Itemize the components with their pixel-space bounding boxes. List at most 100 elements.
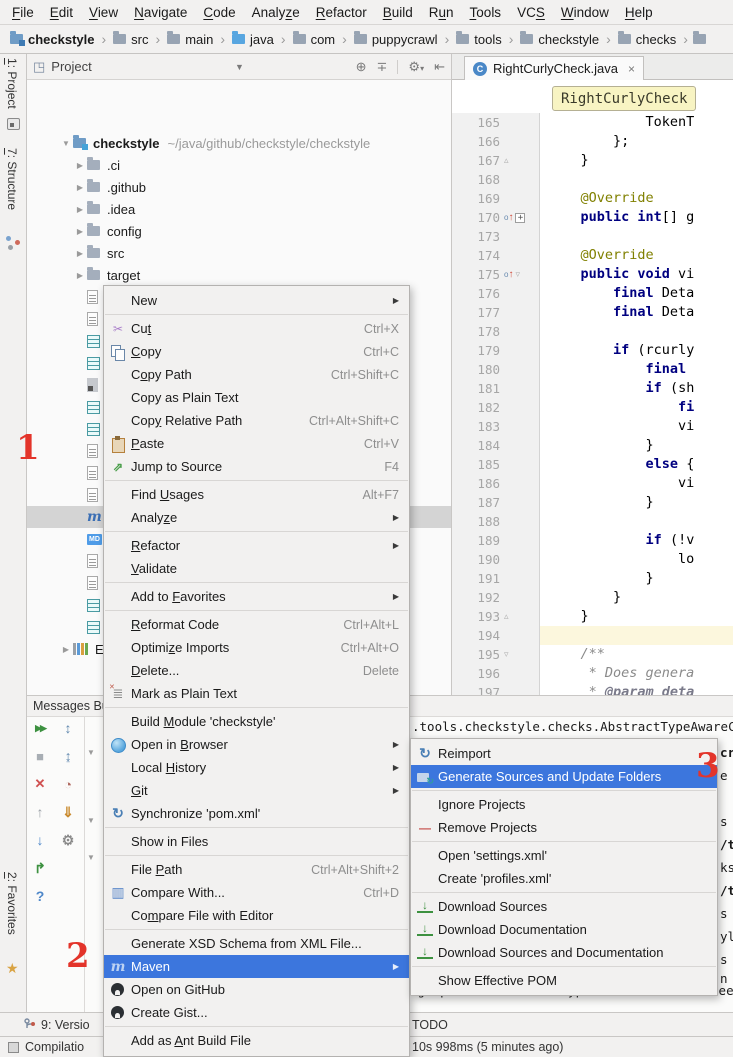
editor-tab[interactable]: C RightCurlyCheck.java ×: [464, 56, 644, 80]
maven-submenu-item-ignore-projects[interactable]: Ignore Projects: [411, 793, 717, 816]
menubar-item-help[interactable]: Help: [617, 5, 661, 20]
context-menu-item-optimize-imports[interactable]: Optimize ImportsCtrl+Alt+O: [104, 636, 409, 659]
chevron-icon[interactable]: ▶: [59, 645, 73, 654]
breadcrumb-item[interactable]: main: [165, 32, 215, 47]
context-menu-item-create-gist[interactable]: Create Gist...: [104, 1001, 409, 1024]
chevron-icon[interactable]: ▶: [73, 227, 87, 236]
context-menu-item-analyze[interactable]: Analyze▶: [104, 506, 409, 529]
breadcrumb-item[interactable]: java: [230, 32, 276, 47]
context-menu-item-copy-as-plain-text[interactable]: Copy as Plain Text: [104, 386, 409, 409]
breadcrumb-item[interactable]: puppycrawl: [352, 32, 440, 47]
suspend-button[interactable]: ◔: [59, 775, 77, 793]
close-icon[interactable]: ×: [628, 62, 635, 76]
editor[interactable]: C RightCurlyCheck.java × RightCurlyCheck…: [452, 54, 733, 695]
override-method-icon[interactable]: o↑: [504, 213, 513, 223]
up-button[interactable]: ↑: [31, 803, 49, 821]
gear-icon[interactable]: ⚙▾: [408, 59, 424, 75]
override-method-icon[interactable]: o↑: [504, 270, 513, 280]
compilation-status[interactable]: Compilatio: [8, 1037, 84, 1057]
menubar-item-tools[interactable]: Tools: [462, 5, 510, 20]
context-menu-item-add-as-ant-build-file[interactable]: Add as Ant Build File: [104, 1029, 409, 1052]
context-menu-item-copy[interactable]: CopyCtrl+C: [104, 340, 409, 363]
tool-window-button-todo[interactable]: TODO: [412, 1013, 448, 1036]
settings-button[interactable]: ⚙: [59, 831, 77, 849]
down-button[interactable]: ↓: [31, 831, 49, 849]
breadcrumb-item[interactable]: checks: [616, 32, 678, 47]
menubar-item-navigate[interactable]: Navigate: [126, 5, 195, 20]
menubar-item-view[interactable]: View: [81, 5, 126, 20]
menubar-item-vcs[interactable]: VCS: [509, 5, 553, 20]
expand-all-button[interactable]: ↕: [59, 719, 77, 737]
stop-button[interactable]: ■: [31, 747, 49, 765]
context-menu-item-add-to-favorites[interactable]: Add to Favorites▶: [104, 585, 409, 608]
context-menu-item-validate[interactable]: Validate: [104, 557, 409, 580]
favorites-star-icon[interactable]: ★: [6, 960, 19, 977]
collapse-all-icon[interactable]: ∓: [377, 59, 388, 75]
breadcrumb-item[interactable]: checkstyle: [518, 32, 601, 47]
context-menu-item-cut[interactable]: ✂CutCtrl+X: [104, 317, 409, 340]
breadcrumb-item[interactable]: checkstyle: [8, 32, 97, 47]
context-menu-item-compare-with[interactable]: ▥Compare With...Ctrl+D: [104, 881, 409, 904]
chevron-down-icon[interactable]: ▼: [235, 62, 244, 72]
context-menu-item-refactor[interactable]: Refactor▶: [104, 534, 409, 557]
tree-row[interactable]: ▶.github: [27, 176, 451, 198]
fold-expand-icon[interactable]: +: [515, 213, 525, 223]
tree-expand-icon[interactable]: ▼: [87, 853, 95, 862]
chevron-icon[interactable]: ▶: [73, 183, 87, 192]
context-menu-item-copy-relative-path[interactable]: Copy Relative PathCtrl+Alt+Shift+C: [104, 409, 409, 432]
context-menu-item-show-in-files[interactable]: Show in Files: [104, 830, 409, 853]
context-menu-item-open-on-github[interactable]: Open on GitHub: [104, 978, 409, 1001]
code-area[interactable]: TokenT }; } @Override public int[] g @Ov…: [540, 113, 733, 695]
collapse-all-button[interactable]: ↨: [59, 747, 77, 765]
menubar-item-build[interactable]: Build: [375, 5, 421, 20]
fold-end-icon[interactable]: ▵: [504, 155, 509, 166]
tool-window-button-version-control[interactable]: 9: Versio: [24, 1013, 90, 1036]
tree-row[interactable]: ▶.ci: [27, 154, 451, 176]
context-menu-item-git[interactable]: Git▶: [104, 779, 409, 802]
maven-submenu-item-reimport[interactable]: ↻Reimport: [411, 742, 717, 765]
tool-window-button-structure[interactable]: 7: Structure: [5, 148, 19, 210]
chevron-icon[interactable]: ▶: [73, 205, 87, 214]
context-menu-item-jump-to-source[interactable]: ⇗Jump to SourceF4: [104, 455, 409, 478]
menubar-item-run[interactable]: Run: [421, 5, 462, 20]
menubar-item-refactor[interactable]: Refactor: [308, 5, 375, 20]
rerun-button[interactable]: ▶▶: [31, 719, 49, 737]
tool-window-button-project[interactable]: 1: Project: [5, 58, 19, 109]
tree-expand-icon[interactable]: ▼: [87, 816, 95, 825]
hide-panel-icon[interactable]: ⇤: [434, 59, 445, 75]
chevron-icon[interactable]: ▶: [73, 271, 87, 280]
tree-row[interactable]: ▶.idea: [27, 198, 451, 220]
context-menu-item-delete[interactable]: Delete...Delete: [104, 659, 409, 682]
fold-end-icon[interactable]: ▵: [504, 611, 509, 622]
context-menu-item-open-in-browser[interactable]: Open in Browser▶: [104, 733, 409, 756]
menubar-item-edit[interactable]: Edit: [42, 5, 81, 20]
context-menu-item-generate-xsd-schema-from-xml-file[interactable]: Generate XSD Schema from XML File...: [104, 932, 409, 955]
context-menu-item-find-usages[interactable]: Find UsagesAlt+F7: [104, 483, 409, 506]
maven-submenu-item-generate-sources-and-update-folders[interactable]: Generate Sources and Update Folders: [411, 765, 717, 788]
chevron-icon[interactable]: ▼: [59, 139, 73, 148]
context-menu-item-maven[interactable]: mMaven▶: [104, 955, 409, 978]
maven-submenu-item-show-effective-pom[interactable]: Show Effective POM: [411, 969, 717, 992]
menubar-item-analyze[interactable]: Analyze: [244, 5, 308, 20]
tree-row[interactable]: ▶config: [27, 220, 451, 242]
menubar-item-file[interactable]: File: [4, 5, 42, 20]
breadcrumb-item[interactable]: src: [111, 32, 150, 47]
fold-start-icon[interactable]: ▿: [515, 269, 520, 280]
context-menu-item-mark-as-plain-text[interactable]: ≣Mark as Plain Text: [104, 682, 409, 705]
context-menu-item-build-module-checkstyle[interactable]: Build Module 'checkstyle': [104, 710, 409, 733]
menubar-item-window[interactable]: Window: [553, 5, 617, 20]
maven-submenu-item-download-documentation[interactable]: ↓Download Documentation: [411, 918, 717, 941]
maven-submenu-item-create-profiles-xml[interactable]: Create 'profiles.xml': [411, 867, 717, 890]
context-menu-item-paste[interactable]: PasteCtrl+V: [104, 432, 409, 455]
help-button[interactable]: ?: [31, 887, 49, 905]
chevron-icon[interactable]: ▶: [73, 249, 87, 258]
context-menu-item-synchronize-pom-xml[interactable]: ↻Synchronize 'pom.xml': [104, 802, 409, 825]
tree-row[interactable]: ▶src: [27, 242, 451, 264]
close-button[interactable]: ✕: [31, 775, 49, 793]
context-menu-item-local-history[interactable]: Local History▶: [104, 756, 409, 779]
structure-tab-icon[interactable]: [6, 236, 20, 250]
context-menu-item-copy-path[interactable]: Copy PathCtrl+Shift+C: [104, 363, 409, 386]
export-button[interactable]: ↱: [31, 859, 49, 877]
menubar-item-code[interactable]: Code: [195, 5, 243, 20]
context-menu-item-file-path[interactable]: File PathCtrl+Alt+Shift+2: [104, 858, 409, 881]
